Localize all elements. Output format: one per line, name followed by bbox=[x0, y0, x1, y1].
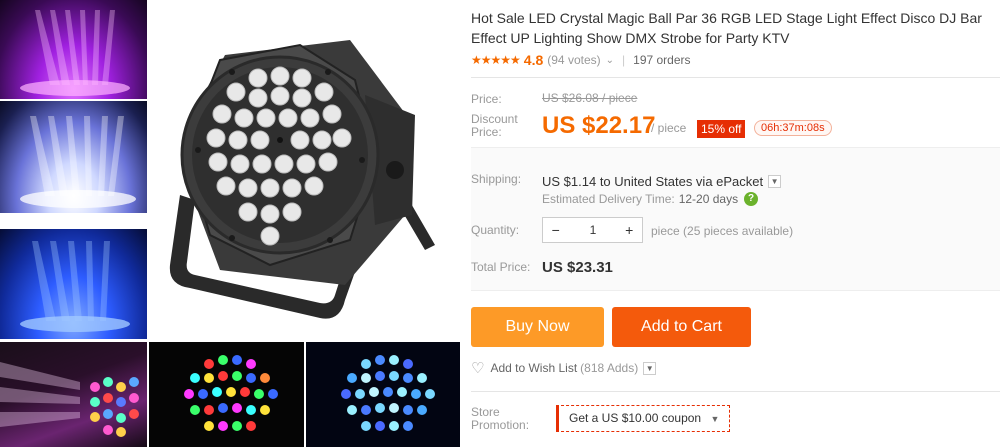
thumbnail-blue-stage[interactable] bbox=[0, 229, 147, 339]
star-icon: ★★★★★ bbox=[471, 53, 521, 67]
par-light-image bbox=[169, 40, 435, 319]
divider bbox=[471, 391, 1000, 392]
rating-value: 4.8 bbox=[523, 52, 544, 68]
discount-price-label: Discount Price: bbox=[471, 112, 518, 139]
coupon-dropdown[interactable]: Get a US $10.00 coupon ▼ bbox=[556, 405, 731, 432]
total-price-value: US $23.31 bbox=[542, 259, 613, 276]
quantity-input[interactable] bbox=[568, 218, 617, 242]
led-beams-image bbox=[0, 362, 139, 437]
chevron-down-icon[interactable]: ▼ bbox=[643, 361, 657, 375]
product-title: Hot Sale LED Crystal Magic Ball Par 36 R… bbox=[471, 10, 982, 46]
buy-now-button[interactable]: Buy Now bbox=[471, 307, 604, 347]
main-product-image[interactable] bbox=[150, 0, 460, 340]
wishlist-count: (818 Adds) bbox=[580, 361, 639, 375]
heart-icon[interactable]: ♡ bbox=[471, 359, 484, 377]
orders-count: 197 orders bbox=[633, 53, 691, 67]
stage-beams-image bbox=[20, 10, 130, 96]
discount-badge: 15% off bbox=[697, 120, 746, 138]
shipping-selector[interactable]: US $1.14 to United States via ePacket ▼ bbox=[542, 174, 782, 189]
total-price-label: Total Price: bbox=[471, 260, 531, 274]
quantity-label: Quantity: bbox=[471, 223, 520, 237]
rating-row: ★★★★★ 4.8 (94 votes) ⌄ | 197 orders bbox=[471, 52, 691, 68]
original-price: US $26.08 / piece bbox=[542, 91, 638, 105]
add-to-wishlist[interactable]: ♡ Add to Wish List (818 Adds) ▼ bbox=[471, 359, 657, 377]
delivery-label: Estimated Delivery Time: bbox=[542, 192, 675, 206]
thumbnail-white-stage[interactable] bbox=[0, 101, 147, 213]
increment-button[interactable]: + bbox=[617, 218, 643, 242]
price-unit: / piece bbox=[651, 121, 687, 135]
availability-text: piece (25 pieces available) bbox=[651, 224, 794, 238]
decrement-button[interactable]: − bbox=[543, 218, 569, 242]
caret-down-icon[interactable]: ▼ bbox=[710, 414, 719, 424]
coupon-label[interactable]: Get a US $10.00 coupon bbox=[569, 411, 701, 425]
delivery-estimate: Estimated Delivery Time: 12-20 days ? bbox=[542, 192, 759, 206]
stage-beams-image bbox=[20, 241, 130, 332]
blue-leds-image bbox=[341, 355, 435, 431]
store-promotion-label: Store Promotion: bbox=[471, 405, 530, 432]
stage-beams-image bbox=[20, 116, 136, 208]
quantity-stepper: − + bbox=[542, 217, 643, 243]
chevron-down-icon[interactable]: ▼ bbox=[768, 175, 782, 188]
shipping-label: Shipping: bbox=[471, 172, 522, 186]
add-to-cart-button[interactable]: Add to Cart bbox=[612, 307, 751, 347]
shipping-value[interactable]: US $1.14 to United States via ePacket bbox=[542, 174, 763, 189]
votes-link[interactable]: (94 votes) bbox=[547, 53, 600, 67]
thumbnail-rgb-leds[interactable] bbox=[149, 342, 304, 447]
question-icon[interactable]: ? bbox=[744, 192, 759, 206]
current-price: US $22.17 bbox=[542, 112, 656, 139]
thumbnail-beam-closeup[interactable] bbox=[0, 342, 147, 447]
countdown-timer: 06h:37m:08s bbox=[754, 120, 832, 136]
rgb-leds-image bbox=[184, 355, 278, 431]
price-label: Price: bbox=[471, 92, 502, 106]
product-gallery bbox=[0, 0, 460, 447]
thumbnail-purple-stage[interactable] bbox=[0, 0, 147, 99]
thumbnail-blue-leds[interactable] bbox=[306, 342, 460, 447]
delivery-value: 12-20 days bbox=[678, 192, 739, 206]
divider: | bbox=[622, 53, 626, 67]
divider bbox=[471, 77, 1000, 78]
wishlist-label[interactable]: Add to Wish List bbox=[490, 361, 577, 375]
chevron-down-icon[interactable]: ⌄ bbox=[606, 55, 614, 66]
